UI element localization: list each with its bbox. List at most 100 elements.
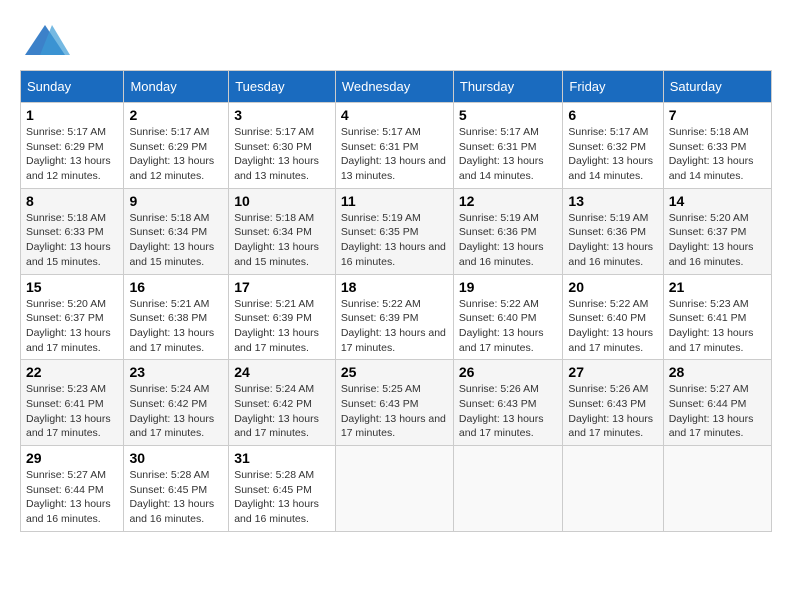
day-info: Sunrise: 5:28 AM Sunset: 6:45 PM Dayligh…	[129, 469, 214, 525]
day-info: Sunrise: 5:19 AM Sunset: 6:36 PM Dayligh…	[459, 212, 544, 268]
header-tuesday: Tuesday	[229, 71, 336, 103]
header-sunday: Sunday	[21, 71, 124, 103]
day-info: Sunrise: 5:23 AM Sunset: 6:41 PM Dayligh…	[669, 298, 754, 354]
day-info: Sunrise: 5:21 AM Sunset: 6:38 PM Dayligh…	[129, 298, 214, 354]
day-info: Sunrise: 5:26 AM Sunset: 6:43 PM Dayligh…	[568, 383, 653, 439]
day-number: 23	[129, 364, 223, 380]
calendar-cell: 3 Sunrise: 5:17 AM Sunset: 6:30 PM Dayli…	[229, 103, 336, 189]
calendar-cell: 11 Sunrise: 5:19 AM Sunset: 6:35 PM Dayl…	[335, 188, 453, 274]
calendar-cell	[453, 446, 563, 532]
calendar-cell: 20 Sunrise: 5:22 AM Sunset: 6:40 PM Dayl…	[563, 274, 663, 360]
day-number: 6	[568, 107, 657, 123]
day-number: 1	[26, 107, 118, 123]
calendar-cell: 21 Sunrise: 5:23 AM Sunset: 6:41 PM Dayl…	[663, 274, 771, 360]
calendar-cell: 16 Sunrise: 5:21 AM Sunset: 6:38 PM Dayl…	[124, 274, 229, 360]
calendar-cell: 27 Sunrise: 5:26 AM Sunset: 6:43 PM Dayl…	[563, 360, 663, 446]
day-number: 31	[234, 450, 330, 466]
header-monday: Monday	[124, 71, 229, 103]
day-info: Sunrise: 5:17 AM Sunset: 6:29 PM Dayligh…	[129, 126, 214, 182]
calendar-cell	[335, 446, 453, 532]
calendar-cell: 1 Sunrise: 5:17 AM Sunset: 6:29 PM Dayli…	[21, 103, 124, 189]
calendar-week-row: 29 Sunrise: 5:27 AM Sunset: 6:44 PM Dayl…	[21, 446, 772, 532]
day-number: 22	[26, 364, 118, 380]
calendar-cell: 29 Sunrise: 5:27 AM Sunset: 6:44 PM Dayl…	[21, 446, 124, 532]
day-number: 21	[669, 279, 766, 295]
calendar-table: SundayMondayTuesdayWednesdayThursdayFrid…	[20, 70, 772, 532]
logo-icon	[20, 20, 70, 60]
calendar-header-row: SundayMondayTuesdayWednesdayThursdayFrid…	[21, 71, 772, 103]
header-wednesday: Wednesday	[335, 71, 453, 103]
day-number: 25	[341, 364, 448, 380]
day-info: Sunrise: 5:24 AM Sunset: 6:42 PM Dayligh…	[129, 383, 214, 439]
day-number: 14	[669, 193, 766, 209]
calendar-cell: 18 Sunrise: 5:22 AM Sunset: 6:39 PM Dayl…	[335, 274, 453, 360]
day-number: 17	[234, 279, 330, 295]
calendar-cell: 15 Sunrise: 5:20 AM Sunset: 6:37 PM Dayl…	[21, 274, 124, 360]
calendar-cell: 5 Sunrise: 5:17 AM Sunset: 6:31 PM Dayli…	[453, 103, 563, 189]
calendar-cell: 9 Sunrise: 5:18 AM Sunset: 6:34 PM Dayli…	[124, 188, 229, 274]
day-number: 5	[459, 107, 558, 123]
day-info: Sunrise: 5:18 AM Sunset: 6:34 PM Dayligh…	[129, 212, 214, 268]
calendar-cell: 28 Sunrise: 5:27 AM Sunset: 6:44 PM Dayl…	[663, 360, 771, 446]
day-number: 12	[459, 193, 558, 209]
day-info: Sunrise: 5:17 AM Sunset: 6:31 PM Dayligh…	[341, 126, 446, 182]
day-info: Sunrise: 5:27 AM Sunset: 6:44 PM Dayligh…	[669, 383, 754, 439]
day-info: Sunrise: 5:26 AM Sunset: 6:43 PM Dayligh…	[459, 383, 544, 439]
day-info: Sunrise: 5:21 AM Sunset: 6:39 PM Dayligh…	[234, 298, 319, 354]
calendar-cell	[663, 446, 771, 532]
calendar-cell: 10 Sunrise: 5:18 AM Sunset: 6:34 PM Dayl…	[229, 188, 336, 274]
day-number: 9	[129, 193, 223, 209]
day-number: 3	[234, 107, 330, 123]
day-info: Sunrise: 5:20 AM Sunset: 6:37 PM Dayligh…	[26, 298, 111, 354]
calendar-cell: 13 Sunrise: 5:19 AM Sunset: 6:36 PM Dayl…	[563, 188, 663, 274]
calendar-week-row: 15 Sunrise: 5:20 AM Sunset: 6:37 PM Dayl…	[21, 274, 772, 360]
calendar-week-row: 8 Sunrise: 5:18 AM Sunset: 6:33 PM Dayli…	[21, 188, 772, 274]
day-number: 26	[459, 364, 558, 380]
calendar-cell: 22 Sunrise: 5:23 AM Sunset: 6:41 PM Dayl…	[21, 360, 124, 446]
logo	[20, 20, 74, 60]
header-saturday: Saturday	[663, 71, 771, 103]
day-number: 7	[669, 107, 766, 123]
day-info: Sunrise: 5:17 AM Sunset: 6:31 PM Dayligh…	[459, 126, 544, 182]
day-number: 15	[26, 279, 118, 295]
header-thursday: Thursday	[453, 71, 563, 103]
calendar-cell: 4 Sunrise: 5:17 AM Sunset: 6:31 PM Dayli…	[335, 103, 453, 189]
day-number: 20	[568, 279, 657, 295]
day-info: Sunrise: 5:23 AM Sunset: 6:41 PM Dayligh…	[26, 383, 111, 439]
day-info: Sunrise: 5:17 AM Sunset: 6:29 PM Dayligh…	[26, 126, 111, 182]
day-info: Sunrise: 5:18 AM Sunset: 6:34 PM Dayligh…	[234, 212, 319, 268]
day-info: Sunrise: 5:17 AM Sunset: 6:32 PM Dayligh…	[568, 126, 653, 182]
day-number: 29	[26, 450, 118, 466]
day-number: 2	[129, 107, 223, 123]
day-number: 19	[459, 279, 558, 295]
day-info: Sunrise: 5:19 AM Sunset: 6:36 PM Dayligh…	[568, 212, 653, 268]
calendar-cell: 19 Sunrise: 5:22 AM Sunset: 6:40 PM Dayl…	[453, 274, 563, 360]
calendar-week-row: 22 Sunrise: 5:23 AM Sunset: 6:41 PM Dayl…	[21, 360, 772, 446]
day-info: Sunrise: 5:19 AM Sunset: 6:35 PM Dayligh…	[341, 212, 446, 268]
day-number: 13	[568, 193, 657, 209]
day-number: 30	[129, 450, 223, 466]
calendar-cell: 8 Sunrise: 5:18 AM Sunset: 6:33 PM Dayli…	[21, 188, 124, 274]
calendar-cell: 17 Sunrise: 5:21 AM Sunset: 6:39 PM Dayl…	[229, 274, 336, 360]
calendar-cell: 26 Sunrise: 5:26 AM Sunset: 6:43 PM Dayl…	[453, 360, 563, 446]
calendar-cell: 25 Sunrise: 5:25 AM Sunset: 6:43 PM Dayl…	[335, 360, 453, 446]
day-info: Sunrise: 5:25 AM Sunset: 6:43 PM Dayligh…	[341, 383, 446, 439]
day-info: Sunrise: 5:20 AM Sunset: 6:37 PM Dayligh…	[669, 212, 754, 268]
day-info: Sunrise: 5:27 AM Sunset: 6:44 PM Dayligh…	[26, 469, 111, 525]
calendar-cell: 12 Sunrise: 5:19 AM Sunset: 6:36 PM Dayl…	[453, 188, 563, 274]
day-number: 10	[234, 193, 330, 209]
day-info: Sunrise: 5:22 AM Sunset: 6:40 PM Dayligh…	[459, 298, 544, 354]
day-info: Sunrise: 5:28 AM Sunset: 6:45 PM Dayligh…	[234, 469, 319, 525]
calendar-cell: 2 Sunrise: 5:17 AM Sunset: 6:29 PM Dayli…	[124, 103, 229, 189]
day-number: 24	[234, 364, 330, 380]
calendar-cell: 7 Sunrise: 5:18 AM Sunset: 6:33 PM Dayli…	[663, 103, 771, 189]
day-info: Sunrise: 5:22 AM Sunset: 6:39 PM Dayligh…	[341, 298, 446, 354]
calendar-cell: 6 Sunrise: 5:17 AM Sunset: 6:32 PM Dayli…	[563, 103, 663, 189]
page-header	[20, 20, 772, 60]
calendar-week-row: 1 Sunrise: 5:17 AM Sunset: 6:29 PM Dayli…	[21, 103, 772, 189]
calendar-cell	[563, 446, 663, 532]
day-info: Sunrise: 5:17 AM Sunset: 6:30 PM Dayligh…	[234, 126, 319, 182]
day-info: Sunrise: 5:18 AM Sunset: 6:33 PM Dayligh…	[26, 212, 111, 268]
day-number: 18	[341, 279, 448, 295]
calendar-cell: 14 Sunrise: 5:20 AM Sunset: 6:37 PM Dayl…	[663, 188, 771, 274]
